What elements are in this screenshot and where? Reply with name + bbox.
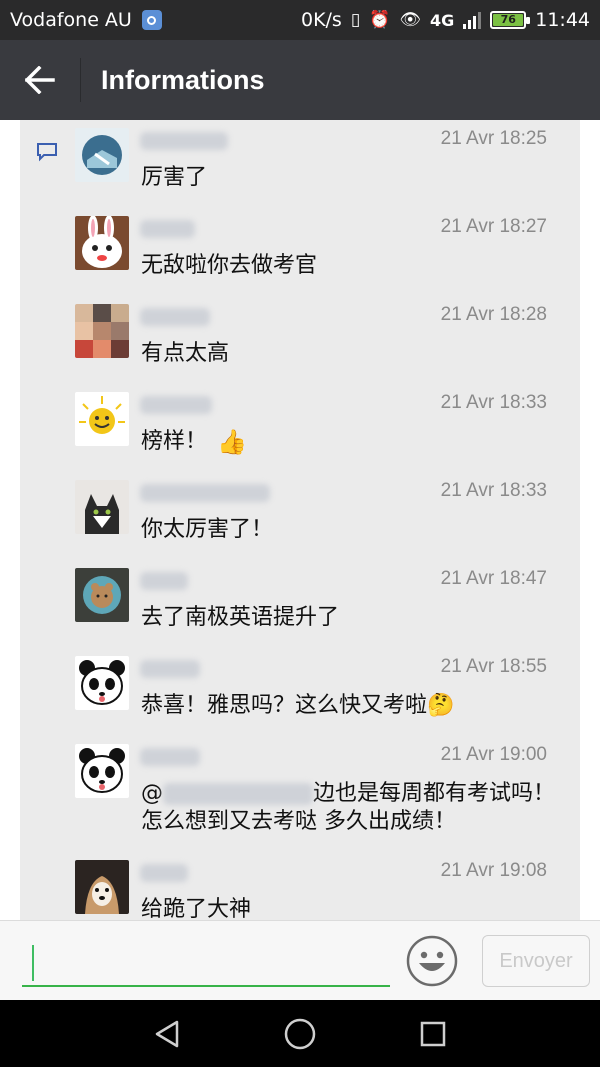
comment-text: 榜样！ 👍 [141,428,561,456]
clock: 11:44 [535,9,590,31]
comment-input[interactable] [22,939,390,987]
avatar[interactable] [75,392,129,446]
comment-text: 无敌啦你去做考官 [141,253,318,278]
comment-icon [37,143,57,162]
input-bar: Envoyer [0,920,600,1000]
comment-text: 你太厉害了！ [141,517,274,542]
avatar[interactable] [75,744,129,798]
comment-text: @ 边也是每周都有考试吗！怎么想到又去考哒 多久出成绩！ [141,780,561,836]
emoji-button[interactable] [406,935,458,987]
comment-time: 21 Avr 18:47 [440,568,547,589]
network-type-primary: 4G [429,10,455,30]
smiley-icon [406,935,458,987]
avatar[interactable] [75,304,129,358]
vibrate-icon: ▯ [350,9,361,30]
author-name-redacted [140,572,188,590]
nav-home-button[interactable] [275,1009,325,1059]
author-name-redacted [140,396,212,414]
battery-level: 76 [493,14,524,26]
avatar[interactable] [75,216,129,270]
status-bar: Vodafone AU 0K/s ▯ ⏰ 👁 4G 76 11:44 [0,0,600,40]
avatar[interactable] [75,656,129,710]
thumbs-up-emoji: 👍 [217,428,247,456]
avatar[interactable] [75,860,129,914]
app-header: Informations [0,40,600,120]
battery-icon: 76 [490,11,531,29]
status-icons: 0K/s ▯ ⏰ 👁 4G 76 11:44 [301,9,590,31]
comments-view[interactable]: 21 Avr 18:25 厉害了 21 Avr 18:27 无敌啦你去做考官 2… [0,120,600,920]
avatar[interactable] [75,568,129,622]
signal-icon [463,11,482,29]
eye-icon: 👁 [399,9,421,30]
location-icon [141,10,162,30]
comment-time: 21 Avr 19:08 [440,860,547,881]
author-name-redacted [140,660,200,678]
mention-prefix: @ [141,781,163,806]
comment-text: 恭喜！雅思吗？这么快又考啦🤔 [141,693,455,718]
author-name-redacted [140,864,188,882]
network-speed: 0K/s [300,9,342,31]
nav-back-icon [155,1020,178,1047]
comment-time: 21 Avr 18:28 [440,304,547,325]
author-name-redacted [140,220,195,238]
comment-time: 21 Avr 19:00 [440,744,547,765]
nav-recents-button[interactable] [408,1009,458,1059]
nav-recents-icon [421,1021,446,1046]
system-nav-bar [0,1000,600,1067]
nav-home-icon [284,1018,316,1049]
nav-back-button[interactable] [142,1009,192,1059]
comment-text: 给跪了大神 [141,897,252,920]
comment-text: 厉害了 [141,165,208,190]
author-name-redacted [140,748,200,766]
back-arrow-icon [25,66,55,94]
page-title: Informations [101,64,265,95]
back-button[interactable] [0,40,80,120]
author-name-redacted [140,132,228,150]
text-caret [32,945,34,981]
header-divider [80,58,81,102]
send-button[interactable]: Envoyer [482,935,590,987]
comment-text: 有点太高 [141,341,230,366]
comment-time: 21 Avr 18:33 [440,480,547,501]
comment-time: 21 Avr 18:27 [440,216,547,237]
comments-panel: 21 Avr 18:25 厉害了 21 Avr 18:27 无敌啦你去做考官 2… [20,120,580,920]
avatar[interactable] [75,480,129,534]
avatar[interactable] [75,128,129,182]
carrier-name: Vodafone AU [10,9,132,31]
comment-text: 去了南极英语提升了 [141,605,340,630]
author-name-redacted [140,484,270,502]
comment-time: 21 Avr 18:55 [440,656,547,677]
comment-time: 21 Avr 18:33 [440,392,547,413]
author-name-redacted [140,308,210,326]
alarm-icon: ⏰ [369,9,391,30]
comment-text-body: 榜样！ [141,429,208,454]
mention-redacted [163,783,313,805]
comment-time: 21 Avr 18:25 [440,128,547,149]
